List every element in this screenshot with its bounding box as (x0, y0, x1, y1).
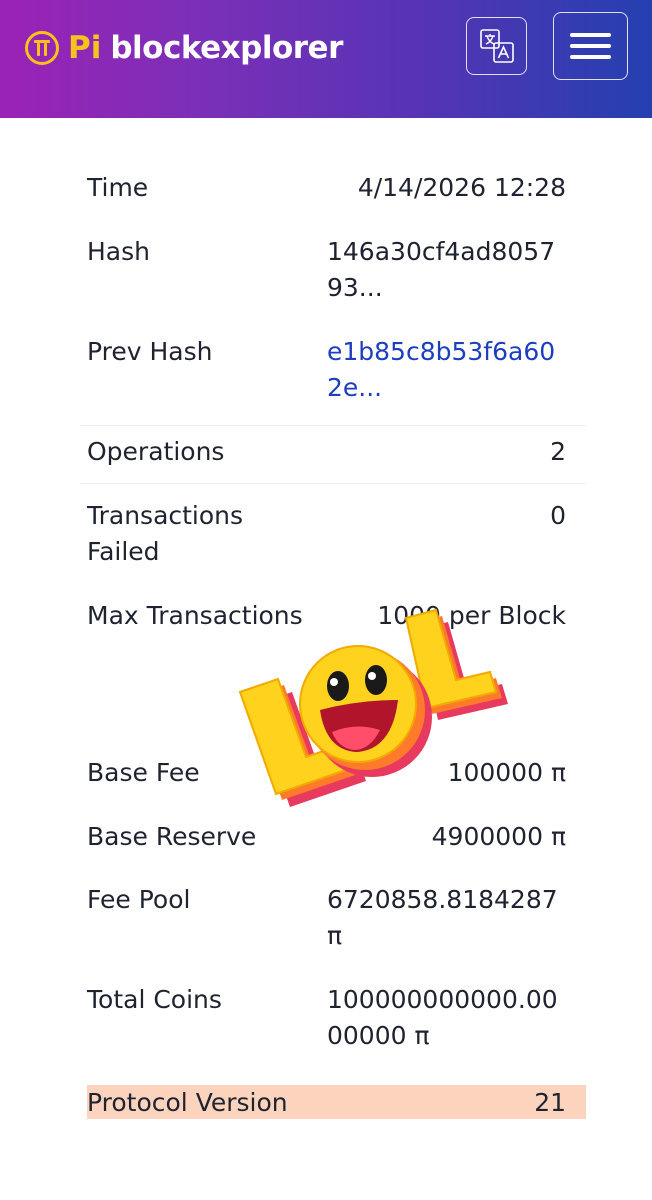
brand-pi: Pi (68, 30, 102, 66)
translate-icon (479, 29, 514, 63)
transactions-failed-label-line1: Transactions (87, 501, 244, 530)
base-reserve-value: 4900000 π (431, 822, 566, 851)
fee-pool-value: 6720858.8184287 π (327, 885, 558, 950)
brand-logo-link[interactable]: Pi blockexplorer (24, 28, 343, 68)
row-total-coins: Total Coins 100000000000.0000000 π (80, 982, 586, 1054)
time-label: Time (87, 173, 149, 202)
menu-button[interactable] (553, 12, 628, 80)
divider (80, 483, 586, 484)
row-fee-pool: Fee Pool 6720858.8184287 π (80, 882, 586, 954)
prev-hash-label: Prev Hash (87, 337, 213, 366)
transactions-failed-label-line2: Failed (87, 537, 160, 566)
divider (80, 425, 586, 426)
transactions-failed-value: 0 (550, 501, 566, 530)
hash-value: 146a30cf4ad805793... (327, 237, 556, 302)
total-coins-value: 100000000000.0000000 π (327, 985, 558, 1050)
total-coins-label: Total Coins (87, 985, 222, 1014)
transactions-failed-label: Transactions Failed (87, 498, 327, 570)
fee-pool-label: Fee Pool (87, 885, 191, 914)
operations-label: Operations (87, 437, 225, 466)
operations-value: 2 (550, 437, 566, 466)
row-transactions-failed: Transactions Failed 0 (80, 498, 586, 570)
base-reserve-label: Base Reserve (87, 822, 257, 851)
time-value: 4/14/2026 12:28 (357, 173, 566, 202)
protocol-version-value: 21 (534, 1088, 566, 1117)
protocol-version-label: Protocol Version (87, 1088, 288, 1117)
brand-name: blockexplorer (110, 30, 343, 66)
pi-coin-icon (25, 31, 59, 65)
row-hash: Hash 146a30cf4ad805793... (80, 234, 586, 306)
translate-button[interactable] (466, 17, 527, 75)
hash-label: Hash (87, 237, 150, 266)
lol-sticker (238, 608, 508, 807)
hamburger-menu-icon (570, 26, 611, 66)
row-prev-hash: Prev Hash e1b85c8b53f6a602e... (80, 334, 586, 406)
top-navbar: Pi blockexplorer (0, 0, 652, 118)
prev-hash-link[interactable]: e1b85c8b53f6a602e... (327, 334, 566, 406)
row-operations: Operations 2 (80, 434, 586, 470)
row-time: Time 4/14/2026 12:28 (80, 170, 586, 206)
row-protocol-version: Protocol Version 21 (87, 1085, 586, 1119)
row-base-reserve: Base Reserve 4900000 π (80, 819, 586, 855)
